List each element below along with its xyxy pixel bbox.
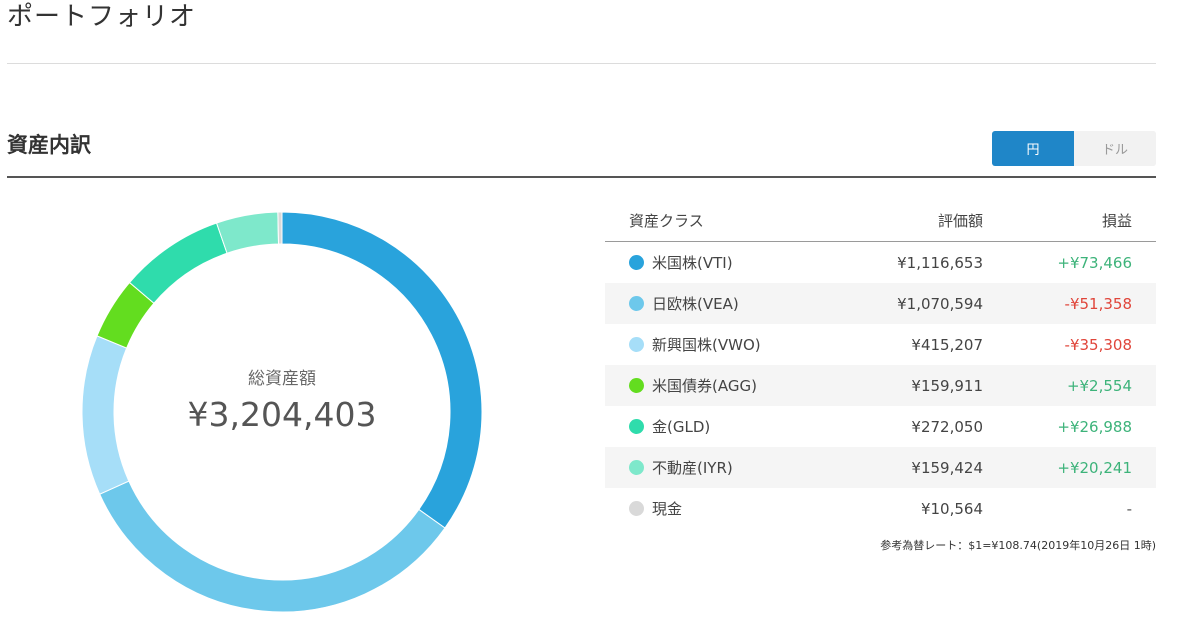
asset-name: 現金 — [652, 500, 683, 518]
legend-dot-icon — [629, 378, 644, 393]
legend-dot-icon — [629, 501, 644, 516]
asset-name-cell: 米国株(VTI) — [605, 252, 865, 273]
asset-name: 不動産(IYR) — [652, 459, 733, 477]
asset-name: 金(GLD) — [652, 418, 711, 436]
asset-valuation: ¥10,564 — [920, 499, 983, 518]
asset-name: 新興国株(VWO) — [652, 336, 761, 354]
table-row: 不動産(IYR) ¥159,424 +¥20,241 — [605, 447, 1156, 488]
header-asset-class: 資産クラス — [629, 211, 704, 230]
asset-name-cell: 日欧株(VEA) — [605, 293, 865, 314]
top-divider — [7, 63, 1156, 64]
table-row: 米国債券(AGG) ¥159,911 +¥2,554 — [605, 365, 1156, 406]
asset-donut-chart: 総資産額 ¥3,204,403 — [82, 212, 482, 612]
legend-dot-icon — [629, 419, 644, 434]
asset-valuation: ¥272,050 — [911, 417, 983, 436]
legend-dot-icon — [629, 296, 644, 311]
legend-dot-icon — [629, 337, 644, 352]
currency-dollar-button[interactable]: ドル — [1074, 131, 1156, 166]
currency-yen-button[interactable]: 円 — [992, 131, 1074, 166]
asset-valuation: ¥1,070,594 — [897, 294, 983, 313]
asset-valuation: ¥1,116,653 — [897, 253, 983, 272]
asset-profit-loss: +¥73,466 — [1057, 253, 1132, 272]
asset-name: 米国株(VTI) — [652, 254, 733, 272]
section-divider — [7, 176, 1156, 178]
asset-name-cell: 新興国株(VWO) — [605, 334, 865, 355]
legend-dot-icon — [629, 460, 644, 475]
asset-name-cell: 現金 — [605, 498, 865, 519]
asset-profit-loss: -¥35,308 — [1064, 335, 1132, 354]
table-row: 日欧株(VEA) ¥1,070,594 -¥51,358 — [605, 283, 1156, 324]
asset-name-cell: 不動産(IYR) — [605, 457, 865, 478]
exchange-rate-note: 参考為替レート：$1=¥108.74(2019年10月26日 1時) — [880, 539, 1156, 552]
table-row: 金(GLD) ¥272,050 +¥26,988 — [605, 406, 1156, 447]
asset-profit-loss: - — [1126, 499, 1132, 518]
header-profit-loss: 損益 — [1101, 211, 1132, 230]
table-row: 米国株(VTI) ¥1,116,653 +¥73,466 — [605, 242, 1156, 283]
legend-dot-icon — [629, 255, 644, 270]
asset-valuation: ¥159,911 — [911, 376, 983, 395]
asset-valuation: ¥415,207 — [911, 335, 983, 354]
table-body: 米国株(VTI) ¥1,116,653 +¥73,466 日欧株(VEA) ¥1,070… — [605, 242, 1156, 529]
asset-table: 資産クラス 評価額 損益 米国株(VTI) ¥1,116,653 +¥73,466 日… — [605, 199, 1156, 529]
table-row: 新興国株(VWO) ¥415,207 -¥35,308 — [605, 324, 1156, 365]
asset-profit-loss: +¥20,241 — [1057, 458, 1132, 477]
asset-profit-loss: -¥51,358 — [1064, 294, 1132, 313]
asset-name: 米国債券(AGG) — [652, 377, 757, 395]
table-row: 現金 ¥10,564 - — [605, 488, 1156, 529]
total-assets-label: 総資産額 — [248, 369, 316, 389]
total-assets-value: ¥3,204,403 — [187, 395, 377, 434]
asset-name-cell: 米国債券(AGG) — [605, 375, 865, 396]
asset-valuation: ¥159,424 — [911, 458, 983, 477]
currency-toggle: 円 ドル — [992, 131, 1156, 166]
section-title: 資産内訳 — [7, 133, 91, 157]
table-header: 資産クラス 評価額 損益 — [605, 199, 1156, 242]
asset-name: 日欧株(VEA) — [652, 295, 739, 313]
donut-center: 総資産額 ¥3,204,403 — [82, 212, 482, 612]
asset-name-cell: 金(GLD) — [605, 416, 865, 437]
asset-profit-loss: +¥2,554 — [1066, 376, 1132, 395]
asset-profit-loss: +¥26,988 — [1057, 417, 1132, 436]
header-valuation: 評価額 — [937, 211, 983, 230]
page-title: ポートフォリオ — [7, 2, 197, 32]
